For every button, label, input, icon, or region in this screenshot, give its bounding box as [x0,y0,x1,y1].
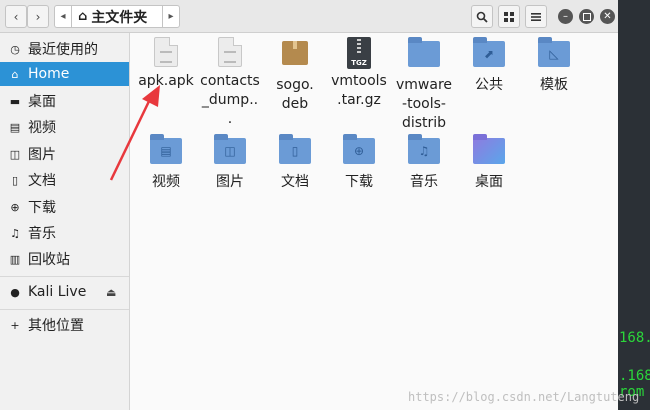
home-icon: ⌂ [11,67,19,81]
watermark: https://blog.csdn.net/Langtuteng [408,390,640,404]
sidebar-item-label: 最近使用的 [28,42,98,58]
document-icon [218,37,242,67]
home-icon: ⌂ [78,9,88,24]
file-name: 公共 [475,77,503,93]
sidebar-separator [0,309,129,310]
disk-icon: ● [10,285,20,299]
document-icon [154,37,178,67]
eject-icon[interactable]: ⏏ [106,286,116,299]
grid-icon [504,11,514,22]
file-name: 音乐 [410,174,438,190]
file-item[interactable]: sogo.deb [262,37,328,114]
file-item[interactable]: ◫ 图片 [197,134,263,192]
plus-icon: + [10,318,20,332]
maximize-icon [582,12,591,21]
file-view: apk.apk contacts_dump... sogo.deb TGZ vm… [130,33,618,410]
file-manager-window: ‹ › ◂ ⌂ 主文件夹 ▸ – ✕ ◷ 最近使用的 ⌂ Home ▬ 桌面 ▤… [0,0,618,410]
folder-music-icon: ♫ [408,134,440,164]
maximize-button[interactable] [579,9,594,24]
sidebar-item-kali-live[interactable]: ● Kali Live ⏏ [0,280,129,304]
file-name: vmtools.tar.gz [331,73,387,108]
file-name: vmware-tools-distrib [396,77,453,131]
sidebar-item-label: Home [28,66,70,82]
chevron-left-icon: ‹ [13,9,19,24]
file-name: contacts_dump... [200,73,260,127]
chevron-right-icon: › [35,9,41,24]
trash-icon: ▥ [9,252,21,266]
menu-button[interactable] [525,5,547,28]
search-button[interactable] [471,5,493,28]
sidebar-item-label: Kali Live [28,284,87,300]
desktop-icon: ▬ [9,94,21,108]
file-item[interactable]: vmware-tools-distrib [391,37,457,133]
folder-picture-icon: ◫ [214,134,246,164]
folder-desktop-icon [473,134,505,164]
path-scroll-right[interactable]: ▸ [162,6,179,27]
file-name: 模板 [540,77,568,93]
forward-button[interactable]: › [27,5,49,28]
sidebar-item-label: 下载 [28,200,56,216]
sidebar-item-label: 其他位置 [28,318,84,334]
sidebar-item-music[interactable]: ♫ 音乐 [0,221,129,245]
folder-document-icon: ▯ [279,134,311,164]
header-bar: ‹ › ◂ ⌂ 主文件夹 ▸ – ✕ [0,0,618,33]
path-bar: ◂ ⌂ 主文件夹 ▸ [54,5,180,28]
file-name: 桌面 [475,174,503,190]
picture-icon: ◫ [9,147,21,161]
clock-icon: ◷ [10,42,20,56]
file-item[interactable]: ⊕ 下载 [326,134,392,192]
music-icon: ♫ [10,226,20,240]
download-icon: ⊕ [10,200,20,214]
file-item[interactable]: TGZ vmtools.tar.gz [326,37,392,110]
sidebar-item-home[interactable]: ⌂ Home [0,62,129,86]
hamburger-icon [531,12,541,21]
sidebar-item-label: 图片 [28,147,56,163]
sidebar-item-label: 桌面 [28,94,56,110]
file-item[interactable]: contacts_dump... [197,37,263,129]
sidebar-item-recent[interactable]: ◷ 最近使用的 [0,37,129,61]
minimize-button[interactable]: – [558,9,573,24]
file-name: 图片 [216,174,244,190]
package-icon [282,41,308,65]
file-item[interactable]: 桌面 [456,134,522,192]
document-icon: ▯ [11,173,19,187]
folder-icon [408,37,440,67]
file-name: 文档 [281,174,309,190]
search-icon [476,11,488,23]
breadcrumb-label: 主文件夹 [91,9,148,26]
terminal-text: 168. [619,330,650,346]
breadcrumb-home[interactable]: ⌂ 主文件夹 [72,7,162,27]
path-scroll-left[interactable]: ◂ [55,6,72,27]
minimize-icon: – [563,11,568,22]
sidebar-item-trash[interactable]: ▥ 回收站 [0,247,129,271]
sidebar-separator [0,276,129,277]
folder-share-icon: ⬈ [473,37,505,67]
file-item[interactable]: ▯ 文档 [262,134,328,192]
sidebar-item-downloads[interactable]: ⊕ 下载 [0,195,129,219]
sidebar-item-label: 回收站 [28,252,70,268]
annotation-arrow [109,85,160,181]
video-icon: ▤ [9,120,21,134]
file-item[interactable]: apk.apk [133,37,199,91]
file-name: sogo.deb [276,77,314,112]
folder-templates-icon: ◺ [538,37,570,67]
view-mode-button[interactable] [498,5,520,28]
terminal-text: .168 [619,368,650,384]
archive-icon: TGZ [347,37,371,69]
close-icon: ✕ [603,11,612,22]
back-button[interactable]: ‹ [5,5,27,28]
file-item[interactable]: ⬈ 公共 [456,37,522,95]
folder-download-icon: ⊕ [343,134,375,164]
sidebar-item-other-locations[interactable]: + 其他位置 [0,313,129,337]
sidebar-item-label: 视频 [28,120,56,136]
sidebar-item-label: 文档 [28,173,56,189]
sidebar-item-label: 音乐 [28,226,56,242]
file-item[interactable]: ◺ 模板 [521,37,587,95]
close-button[interactable]: ✕ [600,9,615,24]
file-name: 下载 [345,174,373,190]
file-item[interactable]: ♫ 音乐 [391,134,457,192]
